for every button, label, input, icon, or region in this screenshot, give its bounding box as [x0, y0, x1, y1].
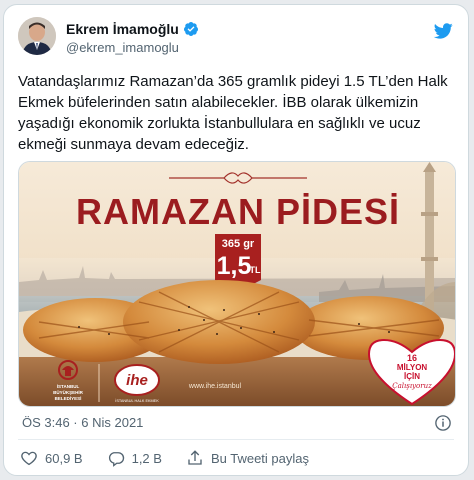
- author-handle[interactable]: @ekrem_imamoglu: [66, 40, 179, 55]
- svg-text:MİLYON: MİLYON: [397, 363, 428, 372]
- share-button[interactable]: Bu Tweeti paylaş: [186, 449, 309, 467]
- reply-count: 1,2 B: [131, 450, 162, 466]
- tweet-timestamp[interactable]: ÖS 3:46 · 6 Nis 2021: [22, 415, 143, 430]
- price-currency: TL: [250, 265, 261, 275]
- verified-badge-icon: [183, 22, 198, 36]
- info-icon[interactable]: [434, 414, 452, 432]
- banner-headline: RAMAZAN PİDESİ: [76, 191, 400, 232]
- tweet-card[interactable]: Ekrem İmamoğlu @ekrem_imamoglu Vatandaşl…: [3, 4, 469, 476]
- divider: [18, 439, 454, 440]
- tweet-image[interactable]: RAMAZAN PİDESİ 365 gr 1,5 TL İSTANBUL BÜ…: [18, 161, 456, 407]
- reply-button[interactable]: 1,2 B: [107, 449, 162, 467]
- svg-text:İÇİN: İÇİN: [404, 372, 420, 381]
- tweet-actions: 60,9 B 1,2 B Bu Tweeti paylaş: [20, 449, 309, 467]
- tweet-text: Vatandaşlarımız Ramazan’da 365 gramlık p…: [18, 73, 448, 153]
- reply-icon: [108, 452, 124, 467]
- svg-text:16: 16: [407, 353, 417, 363]
- like-count: 60,9 B: [45, 450, 83, 466]
- ramazan-pidesi-banner: RAMAZAN PİDESİ 365 gr 1,5 TL İSTANBUL BÜ…: [19, 162, 455, 406]
- svg-text:İSTANBUL HALK EKMEK: İSTANBUL HALK EKMEK: [115, 398, 159, 403]
- svg-text:BELEDİYESİ: BELEDİYESİ: [55, 395, 82, 401]
- price-value: 1,5: [217, 252, 252, 280]
- avatar[interactable]: [18, 17, 56, 55]
- share-label: Bu Tweeti paylaş: [210, 450, 309, 466]
- svg-text:Çalışıyoruz: Çalışıyoruz: [392, 382, 432, 390]
- like-button[interactable]: 60,9 B: [20, 449, 83, 467]
- author-name[interactable]: Ekrem İmamoğlu: [66, 21, 179, 37]
- price-weight: 365 gr: [222, 238, 255, 250]
- svg-text:BÜYÜKŞEHİR: BÜYÜKŞEHİR: [53, 389, 84, 395]
- share-icon: [188, 450, 202, 465]
- banner-url: www.ihe.istanbul: [188, 383, 242, 390]
- twitter-bird-icon[interactable]: [432, 21, 454, 41]
- heart-icon: [21, 451, 37, 466]
- svg-text:İSTANBUL: İSTANBUL: [57, 383, 80, 389]
- svg-text:ihe: ihe: [126, 372, 148, 389]
